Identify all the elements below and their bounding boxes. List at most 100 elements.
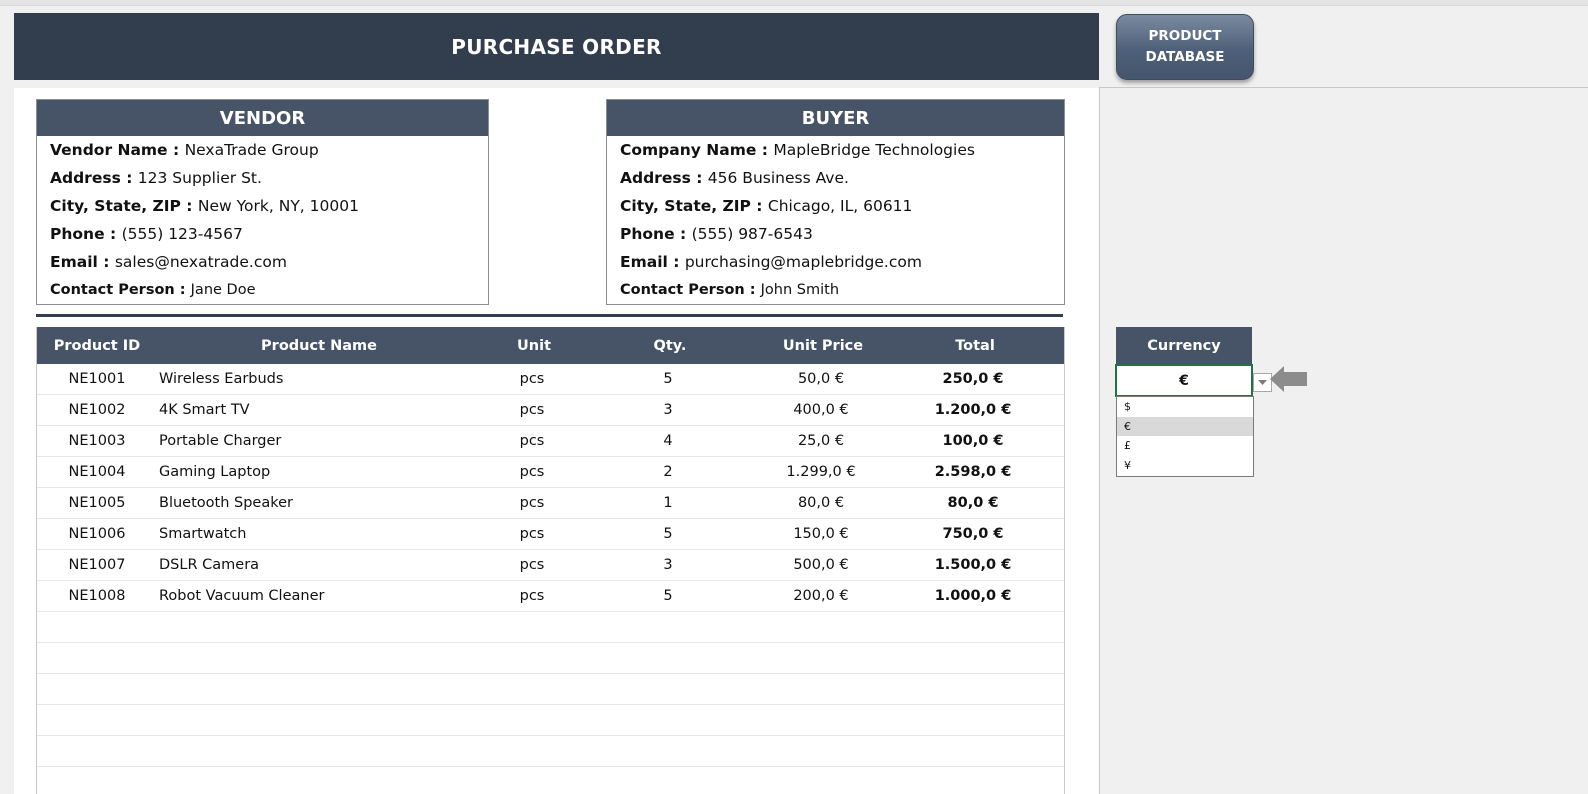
cell-product-id[interactable]: NE1008 [37,588,157,604]
currency-dropdown-list: $ € £ ¥ [1116,396,1254,477]
empty-table-row[interactable] [37,612,1064,643]
currency-option[interactable]: £ [1117,436,1253,456]
cell-unit-price[interactable]: 1.299,0 € [751,464,891,480]
buyer-company-row: Company Name : MapleBridge Technologies [620,141,975,159]
cell-total[interactable]: 100,0 € [891,433,1055,449]
cell-total[interactable]: 2.598,0 € [891,464,1055,480]
cell-product-name[interactable]: Bluetooth Speaker [157,495,479,511]
currency-heading: Currency [1116,327,1252,364]
col-header-total: Total [955,337,995,354]
cell-qty[interactable]: 3 [585,557,751,573]
vendor-name-value: NexaTrade Group [184,141,319,159]
empty-table-row[interactable] [37,736,1064,767]
cell-total[interactable]: 1.000,0 € [891,588,1055,604]
vendor-email-label: Email [50,253,98,271]
product-database-label-line2: DATABASE [1145,49,1225,65]
cell-unit[interactable]: pcs [479,433,585,449]
cell-unit-price[interactable]: 400,0 € [751,402,891,418]
cell-unit[interactable]: pcs [479,588,585,604]
currency-option[interactable]: $ [1117,397,1253,417]
vendor-email-value: sales@nexatrade.com [114,253,287,271]
cell-total[interactable]: 750,0 € [891,526,1055,542]
cell-qty[interactable]: 5 [585,588,751,604]
vendor-address-row: Address : 123 Supplier St. [50,169,262,187]
buyer-company-label: Company Name [620,141,757,159]
cell-total[interactable]: 1.200,0 € [891,402,1055,418]
buyer-contact-label: Contact Person [620,282,745,298]
cell-product-id[interactable]: NE1001 [37,371,157,387]
cell-qty[interactable]: 4 [585,433,751,449]
product-database-button[interactable]: PRODUCT DATABASE [1116,14,1254,80]
cell-unit-price[interactable]: 150,0 € [751,526,891,542]
buyer-phone-value: (555) 987-6543 [691,225,813,243]
cell-unit-price[interactable]: 500,0 € [751,557,891,573]
col-header-product-name: Product Name [261,337,377,354]
cell-unit[interactable]: pcs [479,464,585,480]
buyer-city-label: City, State, ZIP [620,197,751,215]
table-row: NE1006 Smartwatch pcs 5 150,0 €750,0 € [37,519,1064,550]
cell-product-name[interactable]: Robot Vacuum Cleaner [157,588,479,604]
empty-table-row[interactable] [37,643,1064,674]
cell-unit-price[interactable]: 80,0 € [751,495,891,511]
dropdown-arrow-icon [1258,379,1267,385]
cell-product-id[interactable]: NE1006 [37,526,157,542]
cell-total[interactable]: 80,0 € [891,495,1055,511]
cell-qty[interactable]: 1 [585,495,751,511]
vendor-city-label: City, State, ZIP [50,197,181,215]
cell-qty[interactable]: 3 [585,402,751,418]
currency-option[interactable]: € [1117,416,1253,436]
cell-product-name[interactable]: Portable Charger [157,433,479,449]
cell-unit[interactable]: pcs [479,526,585,542]
currency-heading-text: Currency [1147,337,1221,354]
empty-table-row[interactable] [37,767,1064,794]
table-body: NE1001 Wireless Earbuds pcs 5 50,0 €250,0 € N… [37,364,1064,794]
vendor-contact-label: Contact Person [50,282,175,298]
table-row: NE1005 Bluetooth Speaker pcs 1 80,0 €80,0 € [37,488,1064,519]
buyer-address-row: Address : 456 Business Ave. [620,169,849,187]
cell-product-name[interactable]: DSLR Camera [157,557,479,573]
cell-qty[interactable]: 5 [585,371,751,387]
buyer-card: BUYER Company Name : MapleBridge Technol… [606,99,1065,305]
table-row: NE1001 Wireless Earbuds pcs 5 50,0 €250,0 € [37,364,1064,395]
cell-total[interactable]: 250,0 € [891,371,1055,387]
vendor-name-row: Vendor Name : NexaTrade Group [50,141,319,159]
col-header-unit-price: Unit Price [782,337,864,354]
cell-unit[interactable]: pcs [479,495,585,511]
cell-unit-price[interactable]: 50,0 € [751,371,891,387]
buyer-email-row: Email : purchasing@maplebridge.com [620,253,922,271]
cell-qty[interactable]: 5 [585,526,751,542]
vendor-city-row: City, State, ZIP : New York, NY, 10001 [50,197,359,215]
cell-product-id[interactable]: NE1005 [37,495,157,511]
vendor-contact-value: Jane Doe [190,282,256,298]
cell-product-name[interactable]: Wireless Earbuds [157,371,479,387]
cell-product-name[interactable]: Gaming Laptop [157,464,479,480]
cell-product-name[interactable]: 4K Smart TV [157,402,479,418]
cell-unit[interactable]: pcs [479,371,585,387]
cell-total[interactable]: 1.500,0 € [891,557,1055,573]
col-header-unit: Unit [517,337,551,354]
cell-unit-price[interactable]: 25,0 € [751,433,891,449]
buyer-company-value: MapleBridge Technologies [773,141,975,159]
table-row: NE1007 DSLR Camera pcs 3 500,0 €1.500,0 € [37,550,1064,581]
empty-table-row[interactable] [37,674,1064,705]
currency-select-cell[interactable]: € [1115,364,1253,397]
cell-qty[interactable]: 2 [585,464,751,480]
vendor-contact-row: Contact Person : Jane Doe [50,282,256,298]
cell-unit[interactable]: pcs [479,557,585,573]
cell-product-id[interactable]: NE1003 [37,433,157,449]
buyer-contact-row: Contact Person : John Smith [620,282,840,298]
cell-unit[interactable]: pcs [479,402,585,418]
vendor-city-value: New York, NY, 10001 [197,197,359,215]
vendor-phone-row: Phone : (555) 123-4567 [50,225,243,243]
vendor-email-row: Email : sales@nexatrade.com [50,253,287,271]
products-table: Product ID Product Name Unit Qty. Unit P… [36,327,1065,794]
cell-product-id[interactable]: NE1007 [37,557,157,573]
cell-unit-price[interactable]: 200,0 € [751,588,891,604]
empty-table-row[interactable] [37,705,1064,736]
buyer-address-label: Address [620,169,691,187]
cell-product-id[interactable]: NE1004 [37,464,157,480]
cell-product-name[interactable]: Smartwatch [157,526,479,542]
currency-option[interactable]: ¥ [1117,456,1253,476]
table-row: NE1003 Portable Charger pcs 4 25,0 €100,0 € [37,426,1064,457]
cell-product-id[interactable]: NE1002 [37,402,157,418]
